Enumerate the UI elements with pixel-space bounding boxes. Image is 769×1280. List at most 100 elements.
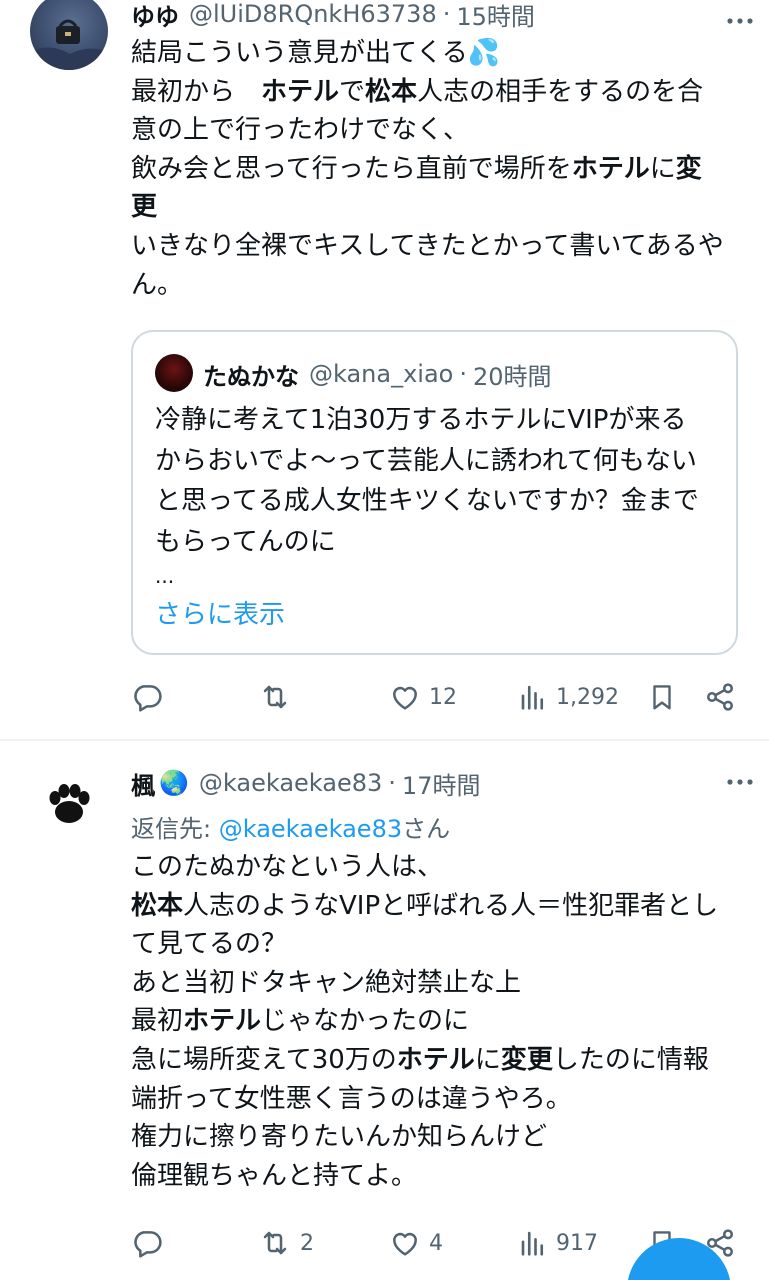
highlighted-term: 更 [131,192,158,223]
tweet-text-line: いきなり全裸でキスしてきたとかって書いてあるや [131,227,739,266]
reply-icon [131,681,163,713]
tweet-text-line: 結局こういう意見が出てくる💦 [131,34,739,73]
text-segment: したのに情報 [552,1044,709,1075]
more-options-icon[interactable] [725,6,755,36]
views-count: 917 [556,1230,598,1256]
tweet-2[interactable]: 楓 🌏 @kaekaekae83 · 17時間 返信先: @kaekaekae8… [0,741,769,1280]
quoted-text-line: もらってんのに [155,526,336,557]
author-name[interactable]: 楓 [131,766,155,801]
separator-dot: · [459,360,468,388]
reply-handle-link[interactable]: @kaekaekae83 [219,815,402,843]
author-avatar[interactable] [30,765,108,843]
tweet-text-line: 権力に擦り寄りたいんか知らんけど [131,1118,739,1157]
tweet-header: ゆゆ @lUiD8RQnkH63738 · 15時間 [131,0,749,34]
reply-button[interactable] [131,1218,163,1268]
tweet-text-line: て見てるの？ [131,925,739,964]
quoted-timestamp: 20時間 [473,362,552,391]
reply-button[interactable] [131,672,163,722]
heart-icon [389,681,421,713]
highlighted-term: ホテル [261,76,340,107]
tweet-text-line: ん。 [131,266,739,305]
quoted-author-handle: @kana_xiao [309,360,454,388]
reply-icon [131,1227,163,1259]
text-segment: 権力に擦り寄りたいんか知らんけど [131,1122,548,1153]
views-chart-icon [518,682,548,712]
text-segment: いきなり全裸でキスしてきたとかって書いてあるや [131,230,724,261]
quoted-tweet[interactable]: たぬかな @kana_xiao · 20時間 冷静に考えて1泊30万するホテルに… [131,330,738,655]
text-segment: で [339,76,366,107]
separator-dot: · [442,0,451,28]
timestamp[interactable]: 15時間 [456,0,535,32]
tweet-text-line: 倫理観ちゃんと持てよ。 [131,1157,739,1196]
text-segment: 人志のようなVIPと呼ばれる人＝性犯罪者とし [183,890,719,921]
show-more-link[interactable]: さらに表示 [155,594,285,631]
globe-emoji: 🌏 [159,769,189,797]
author-handle[interactable]: @kaekaekae83 [199,769,382,797]
highlighted-term: 松本 [365,76,418,107]
text-segment: に [649,153,676,184]
text-segment: 飲み会と思って行ったら直前で場所を [131,153,572,184]
tweet-text-line: 最初ホテルじゃなかったのに [131,1002,739,1041]
quoted-author-avatar [155,354,193,392]
text-segment: 最初から [131,76,262,107]
author-name[interactable]: ゆゆ [131,0,179,32]
like-count: 12 [429,684,457,710]
retweet-button[interactable]: 2 [258,1218,314,1268]
text-segment: 急に場所変えて30万の [131,1044,397,1075]
tweet-text: このたぬかなという人は、 松本人志のようなVIPと呼ばれる人＝性犯罪者とし て見てる… [131,848,739,1195]
views-chart-icon [518,1228,548,1258]
text-segment: 意の上で行ったわけでなく、 [131,115,470,146]
quoted-tweet-text: 冷静に考えて1泊30万するホテルにVIPが来る からおいでよ〜って芸能人に誘われ… [155,400,725,562]
retweet-button[interactable] [258,672,292,722]
retweet-count: 2 [300,1230,314,1256]
tweet-text-line: 急に場所変えて30万のホテルに変更したのに情報 [131,1041,739,1080]
replying-to: 返信先: @kaekaekae83さん [131,809,450,844]
tweet-1[interactable]: ゆゆ @lUiD8RQnkH63738 · 15時間 結局こういう意見が出てくる… [0,0,769,740]
like-button[interactable]: 4 [389,1218,443,1268]
quoted-ellipsis: ... [155,564,175,588]
quoted-author-name: たぬかな [203,362,299,391]
quoted-text-line: 冷静に考えて1泊30万するホテルにVIPが来る [155,405,687,435]
tweet-actions: 12 1,292 [0,672,769,722]
highlighted-term: ホテル [183,1006,262,1037]
like-count: 4 [429,1230,443,1256]
text-segment: じゃなかったのに [261,1006,470,1037]
author-handle[interactable]: @lUiD8RQnkH63738 [189,0,437,28]
bookmark-icon [647,681,677,713]
quoted-tweet-header: たぬかな @kana_xiao · 20時間 [203,354,552,394]
heart-icon [389,1227,421,1259]
reply-prefix: 返信先: [131,815,219,843]
author-avatar[interactable] [30,0,108,70]
tweet-text-line: 意の上で行ったわけでなく、 [131,111,739,150]
text-segment: あと当初ドタキャン絶対禁止な上 [131,967,522,998]
views-button[interactable]: 1,292 [518,672,619,722]
share-button[interactable] [704,672,736,722]
highlighted-term: ホテル [396,1044,475,1075]
text-segment: に [474,1044,501,1075]
text-segment: 人志の相手をするのを合 [417,76,704,107]
more-options-icon[interactable] [725,767,755,797]
tweet-header: 楓 🌏 @kaekaekae83 · 17時間 [131,763,749,803]
tweet-text: 結局こういう意見が出てくる💦 最初から ホテルで松本人志の相手をするのを合 意の上で… [131,34,739,304]
text-segment: て見てるの？ [131,929,288,960]
tweet-text-line: 更 [131,188,739,227]
tweet-text-line: 松本人志のようなVIPと呼ばれる人＝性犯罪者とし [131,887,739,926]
views-button[interactable]: 917 [518,1218,598,1268]
bookmark-button[interactable] [647,672,677,722]
highlighted-term: 変更 [500,1044,553,1075]
retweet-icon [258,681,292,713]
like-button[interactable]: 12 [389,672,457,722]
highlighted-term: 松本 [131,890,184,921]
tweet-text-line: あと当初ドタキャン絶対禁止な上 [131,964,739,1003]
text-segment: 結局こういう意見が出てくる [131,38,468,68]
text-segment: 💦 [467,38,501,68]
retweet-icon [258,1227,292,1259]
paw-print-icon [49,784,90,823]
tweet-text-line: 最初から ホテルで松本人志の相手をするのを合 [131,73,739,112]
timestamp[interactable]: 17時間 [402,766,481,801]
tweet-text-line: 飲み会と思って行ったら直前で場所をホテルに変 [131,150,739,189]
text-segment: 端折って女性悪く言うのは違うやろ。 [131,1083,572,1114]
text-segment: 最初 [131,1006,184,1037]
highlighted-term: 変 [675,153,702,184]
highlighted-term: ホテル [571,153,650,184]
